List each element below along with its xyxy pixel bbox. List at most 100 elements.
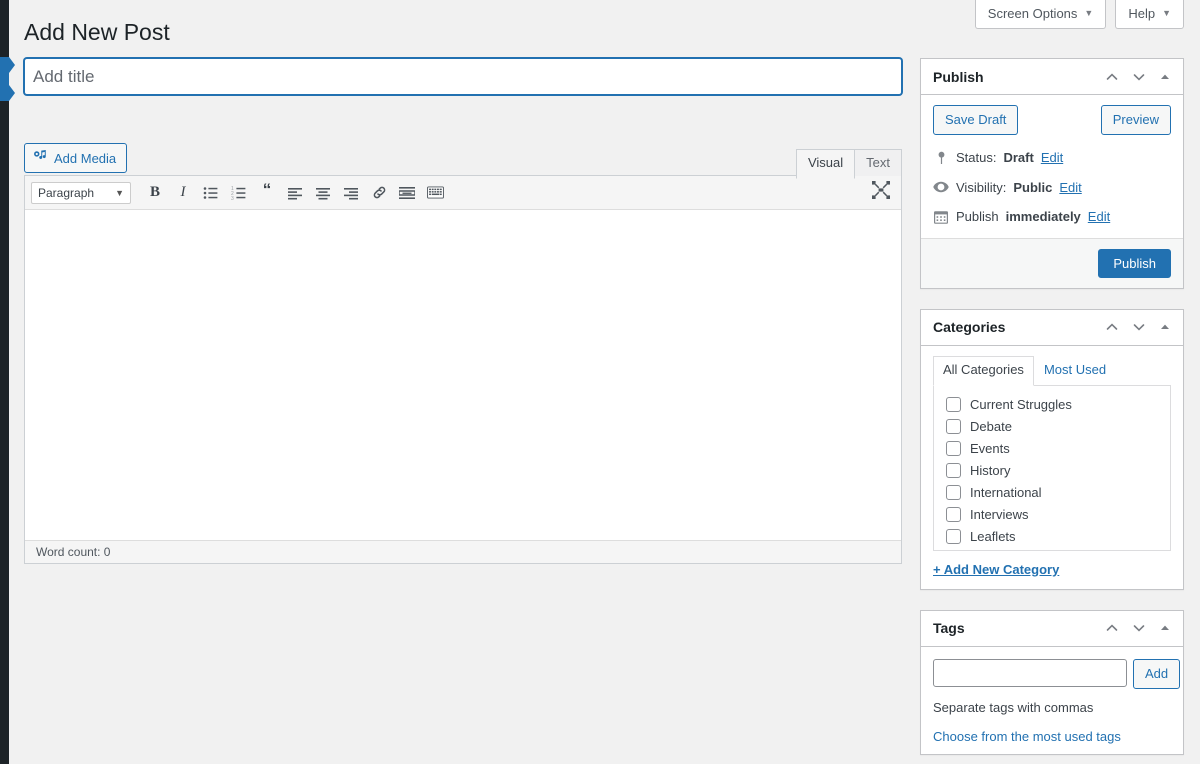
move-up-icon[interactable] — [1105, 70, 1119, 84]
category-label: Interviews — [970, 507, 1029, 523]
publish-panel: Publish Save Draft Preview Status: Draft… — [920, 58, 1184, 289]
svg-text:3: 3 — [231, 196, 234, 201]
schedule-edit-link[interactable]: Edit — [1088, 207, 1110, 227]
save-draft-button[interactable]: Save Draft — [933, 105, 1019, 136]
tab-all-categories-label: All Categories — [943, 361, 1024, 377]
move-down-icon[interactable] — [1132, 70, 1146, 84]
visibility-edit-link[interactable]: Edit — [1059, 178, 1081, 198]
bold-icon[interactable]: B — [141, 180, 169, 206]
list-item[interactable]: Interviews — [946, 504, 1164, 526]
visibility-value: Public — [1013, 179, 1053, 195]
chevron-down-icon: ▼ — [1162, 8, 1171, 18]
publish-button-label: Publish — [1113, 255, 1156, 271]
admin-menu-arrow-icon — [9, 57, 15, 73]
move-up-icon[interactable] — [1105, 320, 1119, 334]
list-item[interactable]: Local — [946, 548, 1164, 550]
numbered-list-icon[interactable]: 1 2 3 — [225, 180, 253, 206]
italic-icon[interactable]: I — [169, 180, 197, 206]
category-checkbox[interactable] — [946, 441, 961, 457]
list-item[interactable]: History — [946, 460, 1164, 482]
word-count-status: Word count: 0 — [25, 540, 901, 563]
screen-meta-links: Screen Options ▼ Help ▼ — [974, 0, 1184, 29]
screen-options-button[interactable]: Screen Options ▼ — [974, 0, 1107, 29]
category-checkbox[interactable] — [946, 529, 961, 545]
list-item[interactable]: Leaflets — [946, 526, 1164, 548]
editor-content-area[interactable] — [25, 210, 901, 540]
blockquote-icon[interactable]: “ — [253, 180, 281, 206]
paragraph-format-select[interactable]: Paragraph ▼ — [31, 181, 131, 204]
category-checkbox[interactable] — [946, 463, 961, 479]
move-down-icon[interactable] — [1132, 621, 1146, 635]
category-checkbox[interactable] — [946, 397, 961, 413]
tags-panel-body: Add Separate tags with commas Choose fro… — [921, 647, 1183, 754]
tag-input[interactable] — [933, 658, 1127, 687]
align-right-icon[interactable] — [337, 180, 365, 206]
italic-glyph: I — [180, 184, 186, 200]
publish-panel-footer: Publish — [921, 237, 1183, 288]
category-checkbox[interactable] — [946, 485, 961, 501]
bulleted-list-icon[interactable] — [197, 180, 225, 206]
categories-tabs: All Categories Most Used — [933, 355, 1171, 386]
category-checkbox[interactable] — [946, 507, 961, 523]
toggle-panel-icon[interactable] — [1159, 71, 1171, 83]
admin-menu-rail[interactable] — [0, 0, 9, 764]
preview-button[interactable]: Preview — [1100, 105, 1171, 136]
calendar-icon — [933, 210, 949, 224]
publish-button[interactable]: Publish — [1098, 248, 1171, 278]
move-down-icon[interactable] — [1132, 320, 1146, 334]
insert-link-icon[interactable] — [365, 180, 393, 206]
admin-menu-active-item[interactable] — [0, 57, 9, 101]
list-item[interactable]: International — [946, 482, 1164, 504]
tags-panel-header: Tags — [921, 611, 1183, 647]
category-label: International — [970, 485, 1042, 501]
keyboard-shortcuts-icon[interactable] — [421, 180, 449, 206]
list-item[interactable]: Current Struggles — [946, 394, 1164, 416]
post-title-input[interactable] — [24, 58, 902, 95]
category-label: Current Struggles — [970, 397, 1072, 413]
move-up-icon[interactable] — [1105, 621, 1119, 635]
editor-mode-tabs: Visual Text — [795, 149, 902, 179]
media-icon — [33, 149, 48, 167]
tab-text[interactable]: Text — [854, 149, 902, 179]
list-item[interactable]: Events — [946, 438, 1164, 460]
schedule-value: immediately — [1005, 209, 1081, 225]
toggle-panel-icon[interactable] — [1159, 622, 1171, 634]
align-left-icon[interactable] — [281, 180, 309, 206]
add-tag-button[interactable]: Add — [1133, 658, 1181, 689]
category-checkbox[interactable] — [946, 419, 961, 435]
tab-most-used-label: Most Used — [1043, 361, 1107, 377]
status-label: Status: — [956, 150, 997, 166]
tab-visual-label: Visual — [807, 155, 844, 170]
toggle-panel-icon[interactable] — [1159, 321, 1171, 333]
editor-frame: Paragraph ▼ B I 1 2 3 “ Word count: 0 — [24, 175, 902, 564]
tab-text-label: Text — [866, 155, 890, 170]
admin-menu-arrow-icon-lower — [9, 85, 15, 101]
tab-most-used[interactable]: Most Used — [1034, 356, 1116, 386]
word-count-label: Word count: 0 — [36, 545, 111, 559]
tab-all-categories[interactable]: All Categories — [933, 355, 1034, 386]
visibility-row: Visibility: Public Edit — [933, 178, 1171, 198]
screen-options-label: Screen Options — [987, 6, 1078, 21]
insert-read-more-icon[interactable] — [393, 180, 421, 206]
tags-panel-title: Tags — [933, 620, 965, 637]
status-edit-link[interactable]: Edit — [1041, 148, 1063, 168]
tab-visual[interactable]: Visual — [795, 149, 856, 179]
category-label: Events — [970, 441, 1010, 457]
eye-icon — [933, 181, 949, 193]
categories-panel-header: Categories — [921, 310, 1183, 346]
distraction-free-writing-icon[interactable] — [871, 180, 891, 203]
tags-hint: Separate tags with commas — [933, 699, 1094, 715]
status-row: Status: Draft Edit — [933, 148, 1171, 168]
publish-panel-title: Publish — [933, 68, 984, 85]
bold-glyph: B — [149, 184, 160, 200]
publish-panel-header: Publish — [921, 59, 1183, 95]
panel-controls — [1105, 320, 1171, 334]
most-used-tags-link[interactable]: Choose from the most used tags — [933, 729, 1171, 744]
list-item[interactable]: Debate — [946, 416, 1164, 438]
categories-checklist[interactable]: Current Struggles Debate Events History — [933, 384, 1171, 551]
add-new-category-link[interactable]: + Add New Category — [933, 562, 1171, 577]
publish-panel-body: Save Draft Preview Status: Draft Edit Vi… — [921, 95, 1183, 238]
align-center-icon[interactable] — [309, 180, 337, 206]
help-button[interactable]: Help ▼ — [1115, 0, 1184, 29]
add-media-button[interactable]: Add Media — [24, 143, 128, 173]
